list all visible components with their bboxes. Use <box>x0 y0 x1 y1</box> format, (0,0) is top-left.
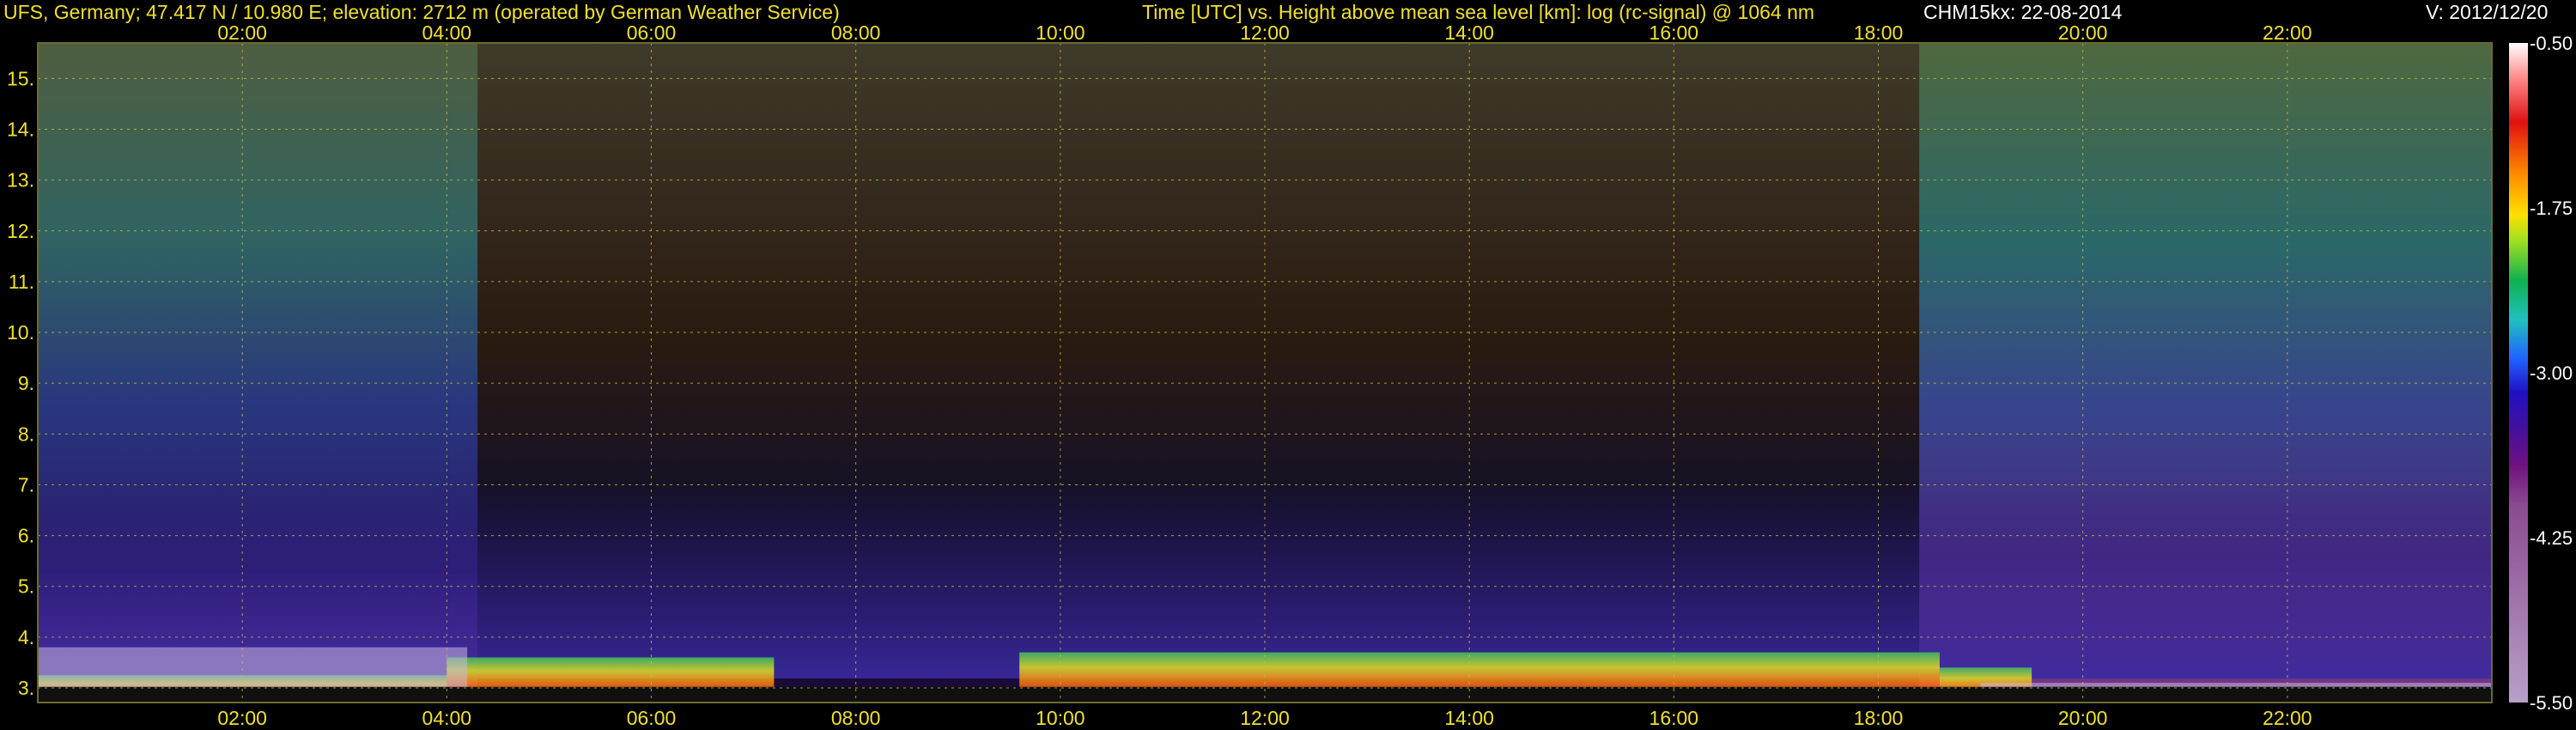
x-axis-bottom: 02:00 04:00 06:00 08:00 10:00 12:00 14:00 16:00… <box>217 707 2312 729</box>
x-tick-label: 18:00 <box>1854 707 1904 729</box>
colorbar: -0.50 -1.75 -3.00 -4.25 -5.50 <box>2509 33 2573 714</box>
x-tick-label: 22:00 <box>2263 21 2312 44</box>
y-tick-label: 14. <box>7 119 34 141</box>
colorbar-scale <box>2509 43 2528 703</box>
colorbar-ticks: -0.50 -1.75 -3.00 -4.25 -5.50 <box>2530 33 2573 714</box>
x-tick-label: 04:00 <box>422 707 472 729</box>
colorbar-tick-label: -0.50 <box>2530 33 2573 54</box>
y-tick-label: 7. <box>18 473 34 496</box>
y-tick-label: 4. <box>18 626 34 648</box>
y-axis: 3. 4. 5. 6. 7. 8. 9. 10. 11. 12. 13. 14. 15. <box>7 67 34 699</box>
x-tick-label: 08:00 <box>831 21 881 44</box>
colorbar-tick-label: -4.25 <box>2530 527 2573 549</box>
x-tick-label: 06:00 <box>627 707 677 729</box>
x-tick-label: 12:00 <box>1240 707 1290 729</box>
y-tick-label: 3. <box>18 677 34 699</box>
x-axis-top: 02:00 04:00 06:00 08:00 10:00 12:00 14:00 16:00… <box>217 21 2312 44</box>
x-tick-label: 20:00 <box>2058 21 2108 44</box>
ceilometer-chart: 02:00 04:00 06:00 08:00 10:00 12:00 14:00 16:00… <box>7 21 2573 729</box>
x-tick-label: 06:00 <box>627 21 677 44</box>
y-tick-label: 11. <box>9 271 34 293</box>
x-tick-label: 16:00 <box>1649 707 1699 729</box>
x-tick-label: 18:00 <box>1854 21 1904 44</box>
x-tick-label: 04:00 <box>422 21 472 44</box>
y-tick-label: 5. <box>18 575 34 598</box>
y-tick-label: 15. <box>7 67 34 89</box>
x-tick-label: 12:00 <box>1240 21 1290 44</box>
x-tick-label: 22:00 <box>2263 707 2312 729</box>
colorbar-tick-label: -5.50 <box>2530 692 2573 714</box>
x-tick-label: 02:00 <box>217 707 267 729</box>
x-tick-label: 20:00 <box>2058 707 2108 729</box>
x-tick-label: 02:00 <box>217 21 267 44</box>
x-tick-label: 10:00 <box>1036 21 1085 44</box>
y-tick-label: 10. <box>7 321 34 344</box>
y-tick-label: 13. <box>7 169 34 192</box>
y-tick-label: 12. <box>7 220 34 242</box>
colorbar-tick-label: -3.00 <box>2530 362 2573 384</box>
y-tick-label: 6. <box>18 525 34 547</box>
x-tick-label: 08:00 <box>831 707 881 729</box>
plot-area <box>38 43 2492 703</box>
x-tick-label: 14:00 <box>1444 707 1494 729</box>
y-tick-label: 8. <box>18 423 34 445</box>
x-tick-label: 14:00 <box>1444 21 1494 44</box>
y-tick-label: 9. <box>18 372 34 394</box>
x-tick-label: 10:00 <box>1036 707 1085 729</box>
colorbar-tick-label: -1.75 <box>2530 198 2573 219</box>
x-tick-label: 16:00 <box>1649 21 1699 44</box>
